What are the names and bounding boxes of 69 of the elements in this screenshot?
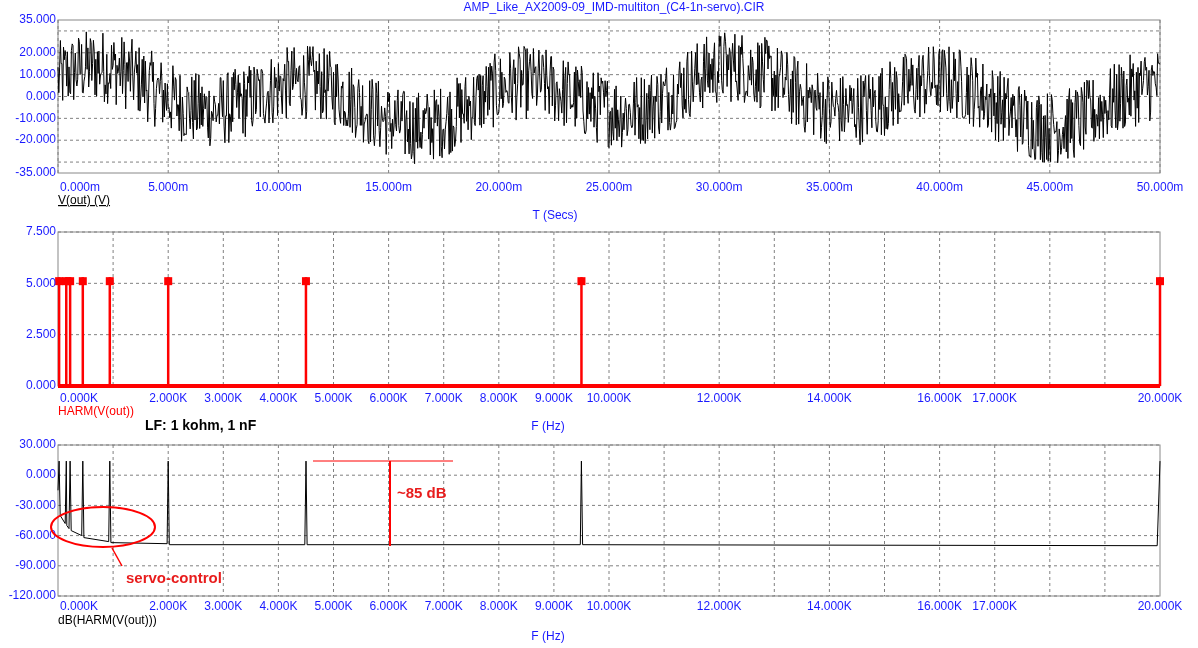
trace-label: dB(HARM(V(out)))	[58, 613, 157, 627]
axis-tick-label: -20.000	[15, 132, 56, 147]
axis-tick-label: 20.000	[19, 44, 56, 59]
axis-tick-label: 5.000K	[314, 391, 353, 405]
annotation-label: ~85 dB	[397, 484, 447, 501]
axis-tick-label: 2.000K	[149, 391, 188, 405]
axis-title: F (Hz)	[531, 629, 565, 643]
axis-tick-label: 15.000m	[365, 180, 412, 194]
annotation-label: servo-control	[126, 569, 222, 586]
axis-tick-label: 50.000m	[1136, 180, 1184, 194]
axis-tick-label: 20.000m	[475, 180, 523, 194]
axis-tick-label: 7.000K	[424, 391, 463, 405]
axis-tick-label: 10.000	[19, 66, 56, 81]
axis-tick-label: 0.000	[25, 378, 56, 393]
axis-tick-label: 0.000K	[60, 391, 99, 405]
axis-tick-label: 5.000K	[314, 599, 353, 613]
axis-tick-label: 2.000K	[149, 599, 188, 613]
axis-tick-label: 7.000K	[424, 599, 463, 613]
axis-tick-label: -90.000	[15, 557, 56, 572]
axis-tick-label: 16.000K	[917, 599, 962, 613]
axis-tick-label: 2.500	[25, 326, 56, 341]
axis-tick-label: 30.000m	[695, 180, 743, 194]
axis-tick-label: 16.000K	[917, 391, 962, 405]
axis-tick-label: 12.000K	[696, 599, 742, 613]
axis-tick-label: 6.000K	[369, 391, 408, 405]
axis-tick-label: 40.000m	[916, 180, 963, 194]
axis-tick-label: 17.000K	[972, 599, 1018, 613]
axis-tick-label: 3.000K	[204, 599, 243, 613]
axis-tick-label: 5.000	[25, 275, 56, 290]
axis-tick-label: 35.000m	[806, 180, 853, 194]
axis-tick-label: -60.000	[15, 527, 56, 542]
axis-tick-label: -30.000	[15, 497, 56, 512]
axis-tick-label: 20.000K	[1137, 391, 1183, 405]
component-note: LF: 1 kohm, 1 nF	[145, 417, 257, 433]
axis-tick-label: 10.000K	[586, 599, 632, 613]
trace-label: V(out) (V)	[58, 193, 110, 207]
axis-tick-label: 7.500	[25, 224, 56, 239]
axis-tick-label: 8.000K	[479, 599, 518, 613]
axis-title: F (Hz)	[531, 419, 565, 433]
axis-tick-label: 0.000	[25, 88, 56, 103]
axis-tick-label: 14.000K	[807, 391, 852, 405]
axis-tick-label: 8.000K	[479, 391, 518, 405]
axis-tick-label: -35.000	[15, 165, 56, 180]
axis-tick-label: 45.000m	[1026, 180, 1074, 194]
axis-tick-label: -120.000	[8, 588, 56, 603]
axis-tick-label: 0.000	[25, 467, 56, 482]
axis-title: T (Secs)	[532, 208, 578, 222]
axis-tick-label: 14.000K	[807, 599, 852, 613]
axis-tick-label: 9.000K	[534, 391, 573, 405]
axis-tick-label: 10.000K	[586, 391, 632, 405]
axis-tick-label: 4.000K	[259, 391, 298, 405]
axis-tick-label: 12.000K	[696, 391, 742, 405]
axis-tick-label: 0.000K	[60, 599, 99, 613]
plot-title: AMP_Like_AX2009-09_IMD-multiton_(C4-1n-servo).CIR	[462, 0, 766, 14]
trace-label: HARM(V(out))	[58, 404, 134, 418]
axis-tick-label: -10.000	[15, 110, 56, 125]
axis-tick-label: 30.000	[19, 437, 56, 452]
axis-tick-label: 10.000m	[255, 180, 302, 194]
axis-tick-label: 6.000K	[369, 599, 408, 613]
axis-tick-label: 4.000K	[259, 599, 298, 613]
axis-tick-label: 35.000	[19, 14, 56, 27]
axis-tick-label: 0.000m	[60, 180, 101, 194]
leader-line	[111, 547, 123, 567]
axis-tick-label: 5.000m	[148, 180, 189, 194]
axis-tick-label: 3.000K	[204, 391, 243, 405]
axis-tick-label: 9.000K	[534, 599, 573, 613]
axis-tick-label: 25.000m	[585, 180, 633, 194]
axis-tick-label: 17.000K	[972, 391, 1018, 405]
axis-tick-label: 20.000K	[1137, 599, 1183, 613]
